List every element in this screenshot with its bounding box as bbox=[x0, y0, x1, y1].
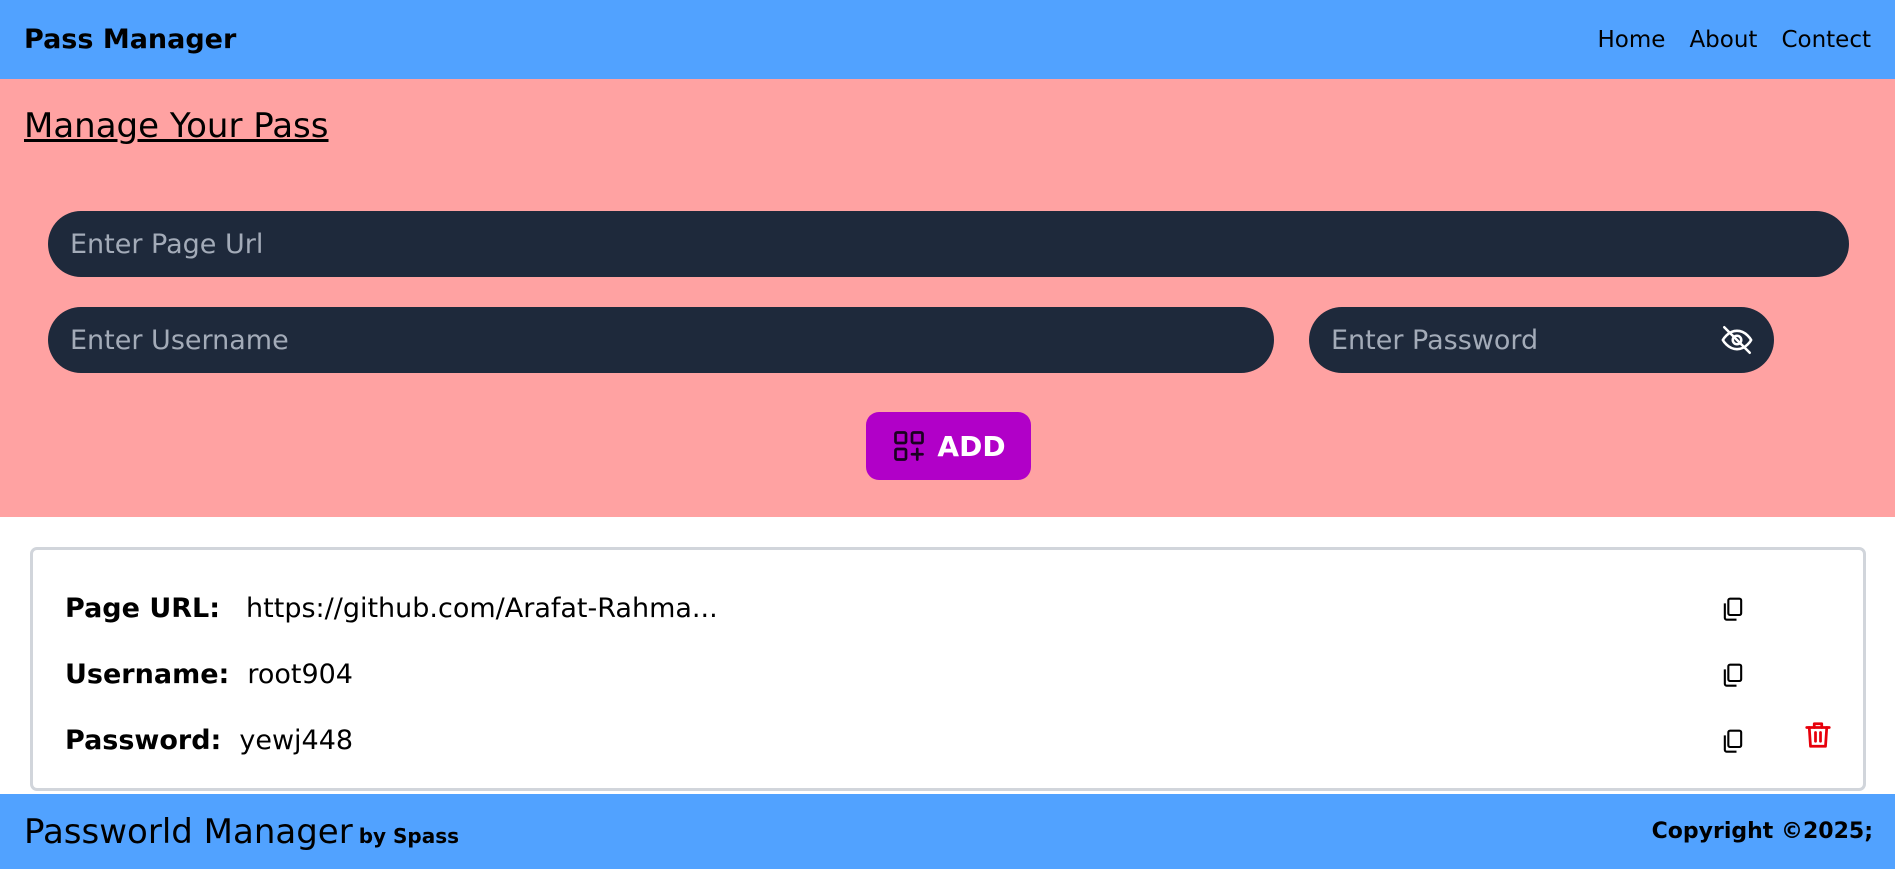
copy-url-icon[interactable] bbox=[1719, 594, 1747, 622]
entry-row-password: Password: yewj448 bbox=[65, 720, 353, 760]
add-grid-icon bbox=[894, 431, 925, 461]
footer-title: Passworld Manager bbox=[24, 811, 353, 852]
footer-brand: Passworld Manager by Spass bbox=[24, 812, 459, 852]
entry-row-username: Username: root904 bbox=[65, 654, 353, 694]
password-label: Password: bbox=[65, 724, 222, 756]
add-button[interactable]: ADD bbox=[866, 412, 1031, 480]
url-field bbox=[48, 211, 1849, 277]
footer-by: by Spass bbox=[358, 823, 460, 848]
nav-links: Home About Contect bbox=[1598, 27, 1871, 53]
manager-panel: Manage Your Pass ADD bbox=[0, 79, 1895, 517]
copy-username-icon[interactable] bbox=[1719, 660, 1747, 688]
nav-link-home[interactable]: Home bbox=[1598, 27, 1666, 53]
page-title: Manage Your Pass bbox=[24, 106, 329, 146]
password-field bbox=[1309, 307, 1774, 373]
password-entry-card: Page URL: https://github.com/Arafat-Rahm… bbox=[30, 547, 1866, 791]
username-field bbox=[48, 307, 1274, 373]
brand-title: Pass Manager bbox=[24, 24, 237, 55]
trash-icon[interactable] bbox=[1803, 719, 1833, 751]
password-value: yewj448 bbox=[239, 724, 354, 756]
username-label: Username: bbox=[65, 658, 230, 690]
url-input[interactable] bbox=[68, 227, 1829, 261]
copy-password-icon[interactable] bbox=[1719, 726, 1747, 754]
username-input[interactable] bbox=[68, 323, 1254, 357]
nav-link-contact[interactable]: Contect bbox=[1781, 27, 1871, 53]
password-input[interactable] bbox=[1329, 323, 1713, 357]
copyright: Copyright ©2025; bbox=[1651, 819, 1873, 844]
add-button-label: ADD bbox=[937, 429, 1006, 463]
username-value: root904 bbox=[247, 658, 353, 690]
footer: Passworld Manager by Spass Copyright ©20… bbox=[0, 794, 1895, 869]
navbar: Pass Manager Home About Contect bbox=[0, 0, 1895, 79]
eye-off-icon[interactable] bbox=[1720, 323, 1754, 357]
url-value: https://github.com/Arafat-Rahma... bbox=[246, 592, 718, 624]
nav-link-about[interactable]: About bbox=[1689, 27, 1757, 53]
entry-row-url: Page URL: https://github.com/Arafat-Rahm… bbox=[65, 588, 718, 628]
url-label: Page URL: bbox=[65, 592, 221, 624]
